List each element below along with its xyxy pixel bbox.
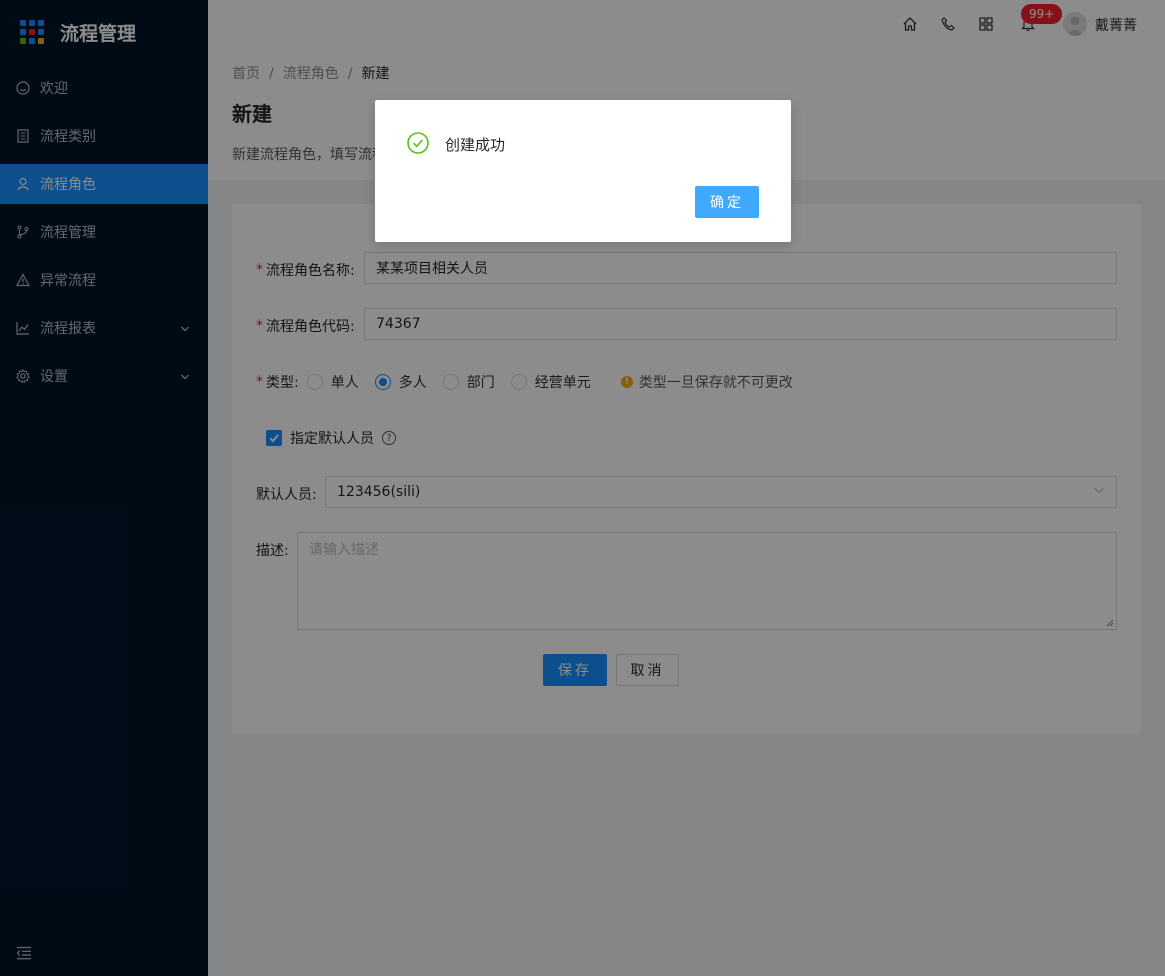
modal-title: 创建成功 [445,136,506,154]
ok-button[interactable]: 确定 [695,186,759,218]
success-modal: 创建成功 确定 [375,100,791,242]
check-circle-icon [407,132,429,154]
